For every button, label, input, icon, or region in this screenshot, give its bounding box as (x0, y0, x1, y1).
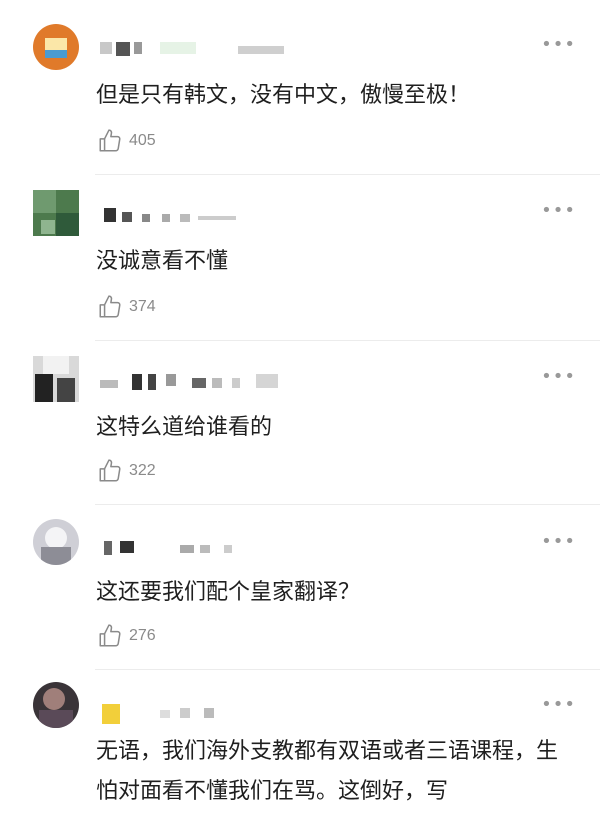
avatar[interactable] (33, 24, 79, 70)
thumbs-up-icon (99, 295, 121, 318)
like-button[interactable]: 405 (97, 128, 156, 154)
avatar[interactable] (33, 190, 79, 236)
like-button[interactable]: 374 (97, 294, 156, 320)
like-count: 374 (129, 298, 156, 315)
avatar[interactable] (33, 519, 79, 565)
like-count: 322 (129, 462, 156, 479)
username-blurred[interactable] (100, 702, 300, 724)
divider (95, 669, 600, 670)
divider (95, 340, 600, 341)
thumbs-up-icon (99, 624, 121, 647)
like-button[interactable]: 322 (97, 458, 156, 484)
avatar[interactable] (33, 356, 79, 402)
comment-text: 这还要我们配个皇家翻译？ (96, 580, 361, 605)
like-button[interactable]: 276 (97, 623, 156, 649)
more-dots-icon[interactable]: ••• (541, 368, 576, 386)
more-dots-icon[interactable]: ••• (541, 696, 576, 714)
thumbs-up-icon (99, 459, 121, 482)
like-count: 276 (129, 627, 156, 644)
thumbs-up-icon (99, 129, 121, 152)
comment-text: 无语，我们海外支教都有双语或者三语课程，生怕对面看不懂我们在骂。这倒好，写 (96, 739, 559, 804)
comment-text: 这特么道给谁看的 (96, 415, 273, 440)
more-dots-icon[interactable]: ••• (541, 202, 576, 220)
comment-text: 但是只有韩文，没有中文，傲慢至极！ (96, 83, 471, 108)
username-blurred[interactable] (100, 40, 300, 56)
divider (95, 174, 600, 175)
like-count: 405 (129, 132, 156, 149)
avatar[interactable] (33, 682, 79, 728)
username-blurred[interactable] (100, 539, 300, 555)
comment-text: 没诚意看不懂 (96, 249, 229, 274)
divider (95, 504, 600, 505)
username-blurred[interactable] (100, 206, 300, 222)
more-dots-icon[interactable]: ••• (541, 36, 576, 54)
more-dots-icon[interactable]: ••• (541, 533, 576, 551)
username-blurred[interactable] (100, 372, 300, 390)
